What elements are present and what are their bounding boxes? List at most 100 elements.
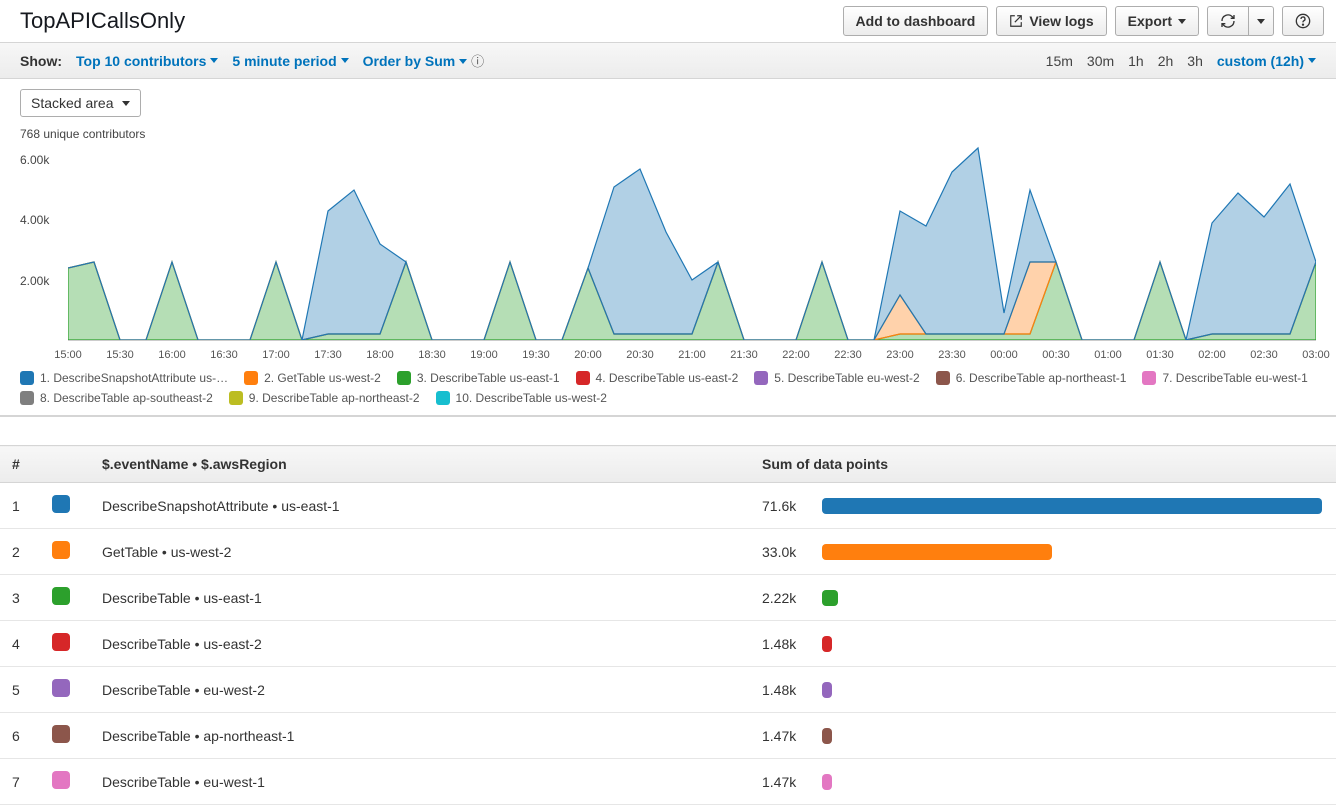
contributors-dropdown[interactable]: Top 10 contributors [76,53,218,69]
legend-item[interactable]: 5. DescribeTable eu-west-2 [754,371,919,385]
legend-item[interactable]: 4. DescribeTable us-east-2 [576,371,739,385]
options-bar: Show: Top 10 contributors 5 minute perio… [0,42,1336,79]
legend-swatch [754,371,768,385]
table-row[interactable]: 6 DescribeTable • ap-northeast-11.47k [0,713,1336,759]
legend-label: 9. DescribeTable ap-northeast-2 [249,391,420,405]
x-tick-label: 22:00 [782,349,810,361]
range-2h[interactable]: 2h [1158,53,1174,69]
legend-item[interactable]: 3. DescribeTable us-east-1 [397,371,560,385]
legend-swatch [229,391,243,405]
cell-rank: 6 [0,713,40,759]
row-swatch [52,541,70,559]
y-tick-label: 4.00k [20,213,49,227]
row-swatch [52,495,70,513]
row-swatch [52,771,70,789]
cell-sum: 1.47k [750,713,1336,759]
external-link-icon [1009,14,1023,28]
x-tick-label: 00:30 [1042,349,1070,361]
help-button[interactable] [1282,6,1324,36]
legend-label: 2. GetTable us-west-2 [264,371,381,385]
cell-key: DescribeTable • us-east-1 [90,575,750,621]
chart-type-dropdown[interactable]: Stacked area [20,89,141,117]
x-tick-label: 20:00 [574,349,602,361]
legend-label: 8. DescribeTable ap-southeast-2 [40,391,213,405]
cell-sum: 2.22k [750,575,1336,621]
cell-rank: 4 [0,621,40,667]
caret-down-icon [122,101,130,106]
x-tick-label: 15:00 [54,349,82,361]
cell-sum: 1.48k [750,667,1336,713]
x-tick-label: 17:00 [262,349,290,361]
legend-swatch [244,371,258,385]
legend-label: 3. DescribeTable us-east-1 [417,371,560,385]
x-tick-label: 22:30 [834,349,862,361]
range-15m[interactable]: 15m [1046,53,1073,69]
x-tick-label: 23:30 [938,349,966,361]
legend-label: 6. DescribeTable ap-northeast-1 [956,371,1127,385]
row-swatch [52,725,70,743]
table-row[interactable]: 1DescribeSnapshotAttribute • us-east-171… [0,483,1336,529]
row-swatch [52,633,70,651]
legend-item[interactable]: 1. DescribeSnapshotAttribute us-… [20,371,228,385]
x-tick-label: 03:00 [1302,349,1330,361]
range-custom[interactable]: custom (12h) [1217,53,1316,69]
period-dropdown[interactable]: 5 minute period [232,53,348,69]
legend-swatch [936,371,950,385]
cell-sum: 33.0k [750,529,1336,575]
range-3h[interactable]: 3h [1187,53,1203,69]
legend-label: 10. DescribeTable us-west-2 [456,391,607,405]
chart: 2.00k4.00k6.00k 15:0015:3016:0016:3017:0… [20,145,1316,365]
orderby-dropdown[interactable]: Order by Sum [363,53,468,69]
legend-label: 1. DescribeSnapshotAttribute us-… [40,371,228,385]
add-to-dashboard-button[interactable]: Add to dashboard [843,6,989,36]
view-logs-button[interactable]: View logs [996,6,1106,36]
table-row[interactable]: 7DescribeTable • eu-west-11.47k [0,759,1336,805]
legend-item[interactable]: 2. GetTable us-west-2 [244,371,381,385]
legend-item[interactable]: 9. DescribeTable ap-northeast-2 [229,391,420,405]
legend-label: 7. DescribeTable eu-west-1 [1162,371,1307,385]
col-rank[interactable]: # [0,446,40,483]
cell-sum: 1.48k [750,621,1336,667]
legend-swatch [20,391,34,405]
col-key[interactable]: $.eventName • $.awsRegion [90,446,750,483]
table-row[interactable]: 4DescribeTable • us-east-21.48k [0,621,1336,667]
export-button[interactable]: Export [1115,6,1199,36]
caret-down-icon [1178,19,1186,24]
cell-key: DescribeSnapshotAttribute • us-east-1 [90,483,750,529]
table-row[interactable]: 5 DescribeTable • eu-west-21.48k [0,667,1336,713]
x-tick-label: 00:00 [990,349,1018,361]
x-tick-label: 01:00 [1094,349,1122,361]
table-row[interactable]: 3DescribeTable • us-east-12.22k [0,575,1336,621]
y-tick-label: 2.00k [20,274,49,288]
legend-swatch [436,391,450,405]
x-tick-label: 21:30 [730,349,758,361]
range-1h[interactable]: 1h [1128,53,1144,69]
x-tick-label: 23:00 [886,349,914,361]
x-tick-label: 21:00 [678,349,706,361]
legend-item[interactable]: 10. DescribeTable us-west-2 [436,391,607,405]
x-tick-label: 02:30 [1250,349,1278,361]
show-label: Show: [20,53,62,69]
legend-item[interactable]: 8. DescribeTable ap-southeast-2 [20,391,213,405]
cell-rank: 2 [0,529,40,575]
refresh-button[interactable] [1207,6,1248,36]
cell-rank: 7 [0,759,40,805]
legend-item[interactable]: 6. DescribeTable ap-northeast-1 [936,371,1127,385]
refresh-icon [1220,13,1236,29]
cell-key: DescribeTable • ap-northeast-1 [90,713,750,759]
cell-key: DescribeTable • eu-west-2 [90,667,750,713]
range-30m[interactable]: 30m [1087,53,1114,69]
refresh-options-button[interactable] [1248,6,1274,36]
cell-rank: 5 [0,667,40,713]
col-sum[interactable]: Sum of data points [750,446,1336,483]
legend-item[interactable]: 7. DescribeTable eu-west-1 [1142,371,1307,385]
legend: 1. DescribeSnapshotAttribute us-… 2. GetT… [0,365,1336,417]
table-row[interactable]: 2 GetTable • us-west-233.0k [0,529,1336,575]
caret-down-icon [459,59,467,64]
cell-key: GetTable • us-west-2 [90,529,750,575]
header-actions: Add to dashboard View logs Export [843,6,1324,36]
x-tick-label: 15:30 [106,349,134,361]
caret-down-icon [341,58,349,63]
caret-down-icon [210,58,218,63]
info-icon[interactable]: ⓘ [471,54,484,69]
